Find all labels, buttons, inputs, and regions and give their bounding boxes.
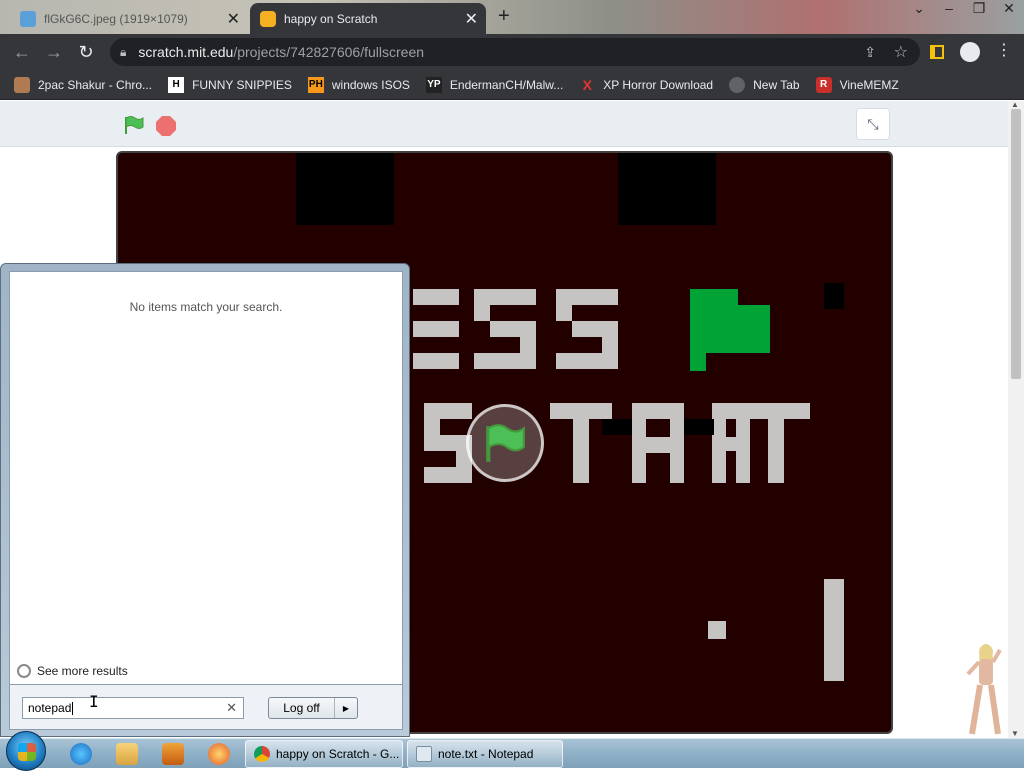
yp-icon: YP [425, 76, 442, 93]
close-tab-icon[interactable]: ✕ [465, 9, 478, 29]
minimize-icon[interactable]: – [940, 0, 958, 17]
green-flag-icon[interactable] [123, 115, 145, 135]
browser-toolbar: ← → ↻ 🔒︎ scratch.mit.edu/projects/742827… [0, 34, 1024, 70]
see-more-label: See more results [37, 664, 128, 678]
scratch-controls-bar: ⤡ [0, 101, 1008, 147]
bookmark-item[interactable]: R VineMEMZ [815, 76, 899, 93]
x-icon: X [582, 76, 592, 93]
log-off-label: Log off [269, 698, 335, 718]
bookmark-item[interactable]: New Tab [729, 76, 800, 93]
user-icon [14, 76, 30, 93]
start-menu-footer: notepad ✕ Log off ▶ [9, 685, 403, 730]
tab-image[interactable]: flGkG6C.jpeg (1919×1079) ✕ [10, 3, 248, 34]
stop-sign-icon[interactable] [156, 116, 176, 136]
exit-fullscreen-icon[interactable]: ⤡ [856, 108, 890, 140]
address-bar[interactable]: 🔒︎ scratch.mit.edu/projects/742827606/fu… [110, 38, 920, 66]
bookmark-label: VineMEMZ [839, 77, 899, 92]
menu-kebab-icon[interactable]: ⋮ [996, 40, 1012, 60]
share-icon[interactable]: ⇪ [864, 44, 876, 61]
notepad-icon [416, 746, 432, 762]
bookmarks-bar: 2pac Shakur - Chro... H FUNNY SNIPPIES P… [0, 70, 1024, 100]
tab-title: flGkG6C.jpeg (1919×1079) [44, 11, 188, 26]
page-scrollbar[interactable]: ▲ ▼ [1008, 100, 1024, 738]
taskbar-item-label: note.txt - Notepad [438, 747, 534, 761]
no-results-message: No items match your search. [129, 300, 283, 314]
paint-icon[interactable] [208, 743, 230, 765]
stage-bar [824, 579, 844, 681]
ibeam-cursor-icon: I [89, 692, 99, 711]
close-tab-icon[interactable]: ✕ [227, 9, 240, 29]
internet-explorer-icon[interactable] [70, 743, 92, 765]
search-results-pane: No items match your search. See more res… [9, 271, 403, 685]
chrome-icon [254, 746, 270, 762]
r-icon: R [815, 76, 832, 93]
taskbar-item-chrome[interactable]: happy on Scratch - G... [245, 740, 403, 768]
tab-strip: flGkG6C.jpeg (1919×1079) ✕ happy on Scra… [0, 0, 1024, 34]
url-host: scratch.mit.edu [138, 44, 234, 60]
scrollbar-thumb[interactable] [1011, 109, 1021, 379]
bookmark-label: New Tab [753, 77, 800, 92]
tab-title: happy on Scratch [284, 11, 378, 26]
taskbar: happy on Scratch - G... note.txt - Notep… [0, 731, 1024, 771]
start-green-flag-overlay[interactable] [466, 404, 544, 482]
taskbar-item-notepad[interactable]: note.txt - Notepad [407, 740, 563, 768]
stage-block [618, 153, 716, 225]
restore-icon[interactable]: ❐ [970, 0, 988, 17]
bookmark-item[interactable]: 2pac Shakur - Chro... [14, 76, 153, 93]
bookmark-label: FUNNY SNIPPIES [192, 77, 292, 92]
globe-icon [729, 76, 746, 93]
bookmark-label: XP Horror Download [603, 77, 714, 92]
media-player-icon[interactable] [162, 743, 184, 765]
chevron-down-icon[interactable]: ⌄ [910, 0, 928, 17]
bookmark-label: windows ISOS [331, 77, 410, 92]
log-off-button[interactable]: Log off ▶ [268, 697, 358, 719]
close-window-icon[interactable]: ✕ [1000, 0, 1018, 17]
bookmark-item[interactable]: YP EndermanCH/Malw... [425, 76, 564, 93]
profile-avatar-icon[interactable] [960, 42, 980, 62]
start-button[interactable] [6, 731, 46, 771]
green-flag-icon [486, 424, 525, 462]
back-arrow-icon[interactable]: ← [6, 42, 38, 63]
extension-icon[interactable] [930, 45, 944, 59]
ph-icon: PH [307, 76, 324, 93]
start-search-input[interactable]: notepad ✕ [22, 697, 244, 719]
stage-block [824, 283, 844, 309]
chevron-right-icon[interactable]: ▶ [335, 704, 357, 713]
lock-icon: 🔒︎ [120, 44, 127, 59]
text-caret [72, 701, 74, 715]
taskbar-item-label: happy on Scratch - G... [276, 747, 400, 761]
scroll-down-icon[interactable]: ▼ [1011, 729, 1019, 738]
start-menu: No items match your search. See more res… [0, 263, 410, 737]
file-explorer-icon[interactable] [116, 743, 138, 765]
windows-logo-icon [18, 743, 36, 761]
stage-block [296, 153, 394, 225]
bookmark-item[interactable]: X XP Horror Download [579, 76, 714, 93]
clear-search-icon[interactable]: ✕ [226, 700, 237, 716]
bookmark-item[interactable]: H FUNNY SNIPPIES [168, 76, 292, 93]
new-tab-icon[interactable]: + [498, 5, 510, 28]
dancing-figure-icon [966, 644, 1002, 735]
url-path: /projects/742827606/fullscreen [233, 44, 425, 60]
scratch-favicon-icon [260, 10, 276, 27]
stage-dot [708, 621, 726, 639]
window-controls: ⌄ – ❐ ✕ [910, 0, 1018, 17]
search-input-value: notepad [28, 701, 72, 715]
bookmark-star-icon[interactable]: ☆ [894, 42, 908, 62]
bookmark-item[interactable]: PH windows ISOS [307, 76, 410, 93]
bookmark-label: EndermanCH/Malw... [449, 77, 564, 92]
h-icon: H [168, 76, 185, 93]
search-icon [17, 664, 31, 678]
tab-scratch[interactable]: happy on Scratch ✕ [250, 3, 486, 34]
reload-icon[interactable]: ↻ [70, 42, 102, 63]
scroll-up-icon[interactable]: ▲ [1011, 100, 1019, 109]
image-favicon-icon [20, 10, 36, 27]
see-more-results-link[interactable]: See more results [17, 664, 128, 678]
forward-arrow-icon[interactable]: → [38, 42, 70, 63]
bookmark-label: 2pac Shakur - Chro... [38, 77, 153, 92]
